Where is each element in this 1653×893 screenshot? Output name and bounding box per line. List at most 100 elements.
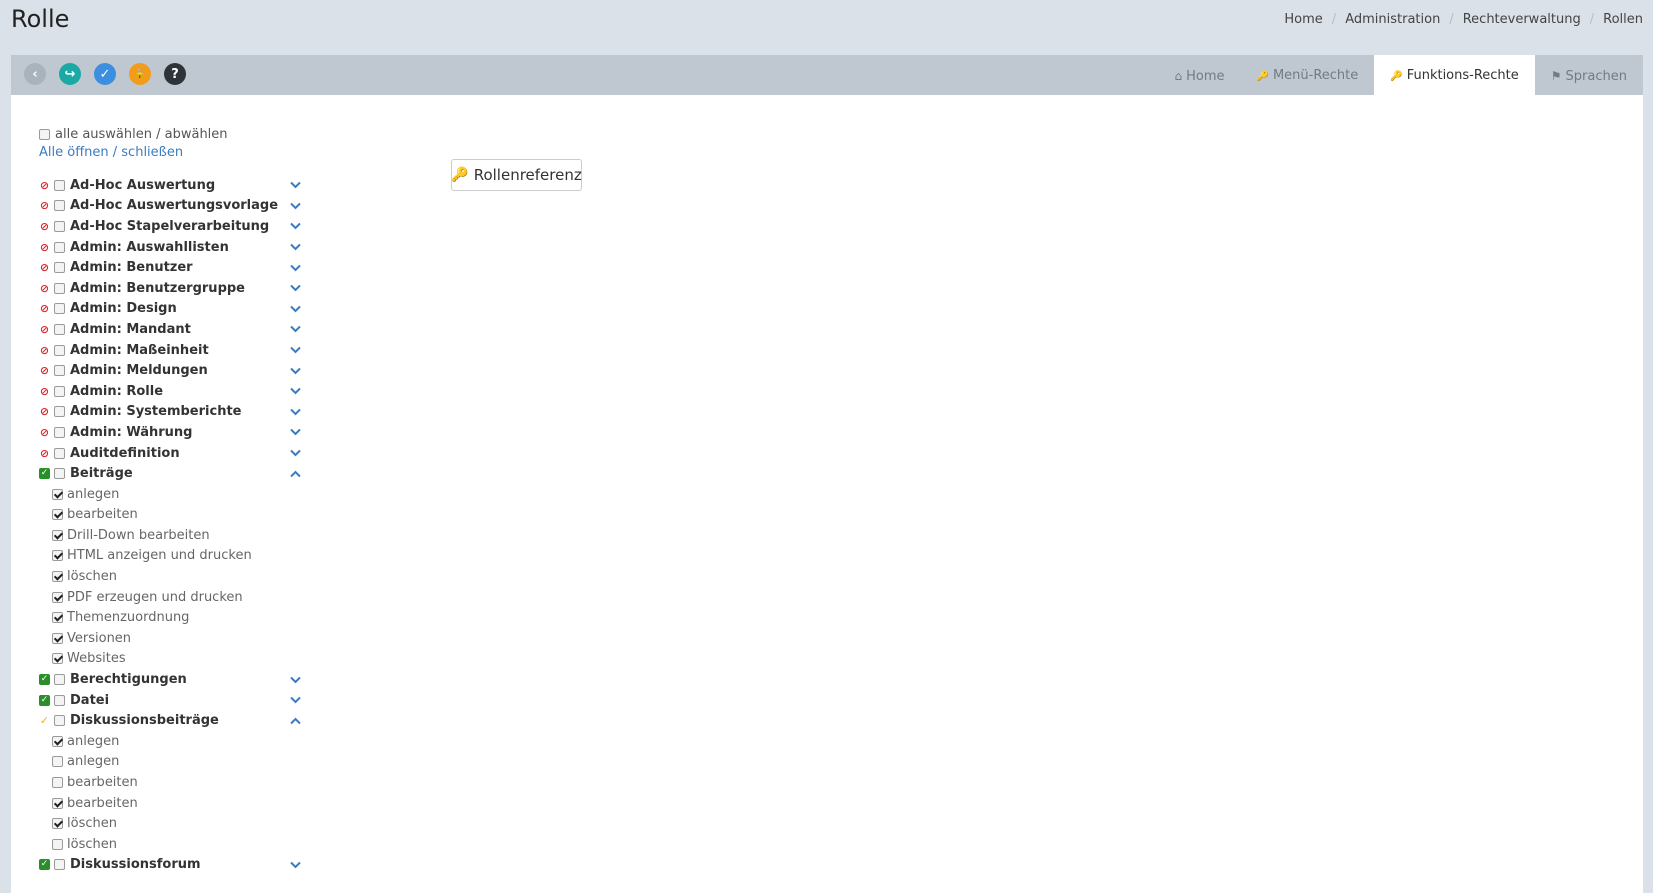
group-checkbox[interactable] — [54, 365, 65, 377]
rollenreferenz-button[interactable]: 🔑 Rollenreferenz — [451, 159, 582, 191]
group-checkbox[interactable] — [54, 674, 65, 686]
chevron-down-icon[interactable] — [290, 669, 301, 690]
select-all-checkbox[interactable] — [39, 129, 50, 140]
chevron-down-icon[interactable] — [290, 381, 301, 402]
main-panel: ‹ ↪ ✓ 🔒 ? ⌂ Home 🔑 Menü-Rechte 🔑 Funktions-… — [11, 55, 1643, 893]
breadcrumb-rollen[interactable]: Rollen — [1603, 12, 1643, 27]
chevron-down-icon[interactable] — [290, 216, 301, 237]
permission-item: löschen — [39, 566, 309, 587]
tab-funktions-rechte[interactable]: 🔑 Funktions-Rechte — [1374, 55, 1535, 95]
group-checkbox[interactable] — [54, 344, 65, 356]
chevron-up-icon[interactable] — [290, 463, 301, 484]
chevron-down-icon[interactable] — [290, 196, 301, 217]
chevron-down-icon[interactable] — [290, 175, 301, 196]
permission-group: ⊘ Admin: Benutzer — [39, 257, 309, 278]
breadcrumb-rechteverwaltung[interactable]: Rechteverwaltung — [1463, 12, 1581, 27]
chevron-down-icon[interactable] — [290, 690, 301, 711]
breadcrumb-administration[interactable]: Administration — [1345, 12, 1440, 27]
permission-item: Themenzuordnung — [39, 607, 309, 628]
group-checkbox[interactable] — [54, 323, 65, 335]
tab-home[interactable]: ⌂ Home — [1158, 55, 1240, 95]
group-checkbox[interactable] — [54, 303, 65, 315]
group-label: Datei — [70, 692, 110, 708]
tab-sprachen[interactable]: ⚑ Sprachen — [1535, 55, 1643, 95]
permission-item: anlegen — [39, 731, 309, 752]
check-icon: ✓ — [39, 859, 50, 871]
permission-checkbox[interactable] — [52, 591, 63, 603]
chevron-down-icon[interactable] — [290, 237, 301, 258]
deny-icon: ⊘ — [39, 219, 50, 233]
permission-checkbox[interactable] — [52, 653, 63, 665]
tab-label: Menü-Rechte — [1272, 68, 1359, 83]
permission-group: ⊘ Admin: Auswahllisten — [39, 237, 309, 258]
tab-menu-rechte[interactable]: 🔑 Menü-Rechte — [1240, 55, 1374, 95]
chevron-down-icon[interactable] — [290, 402, 301, 423]
help-icon: ? — [171, 66, 179, 82]
chevron-down-icon[interactable] — [290, 340, 301, 361]
reset-button[interactable]: ↪ — [59, 63, 81, 85]
group-label: Admin: Auswahllisten — [70, 239, 229, 255]
permission-checkbox[interactable] — [52, 571, 63, 583]
group-label: Beiträge — [70, 466, 133, 482]
back-button[interactable]: ‹ — [24, 63, 46, 85]
deny-icon: ⊘ — [39, 302, 50, 316]
permission-label: bearbeiten — [67, 507, 138, 523]
select-all[interactable]: alle auswählen / abwählen — [39, 127, 228, 142]
group-checkbox[interactable] — [54, 694, 65, 706]
permission-group: ⊘ Ad-Hoc Auswertung — [39, 175, 309, 196]
group-checkbox[interactable] — [54, 715, 65, 727]
group-checkbox[interactable] — [54, 385, 65, 397]
permission-label: bearbeiten — [67, 795, 138, 811]
chevron-down-icon[interactable] — [290, 257, 301, 278]
key-icon: 🔑 — [1390, 71, 1403, 82]
permission-item: Versionen — [39, 628, 309, 649]
chevron-up-icon[interactable] — [290, 710, 301, 731]
permission-checkbox[interactable] — [52, 777, 63, 789]
group-checkbox[interactable] — [54, 406, 65, 418]
deny-icon: ⊘ — [39, 384, 50, 398]
group-checkbox[interactable] — [54, 241, 65, 253]
group-checkbox[interactable] — [54, 220, 65, 232]
group-checkbox[interactable] — [54, 859, 65, 871]
permission-checkbox[interactable] — [52, 797, 63, 809]
chevron-down-icon[interactable] — [290, 855, 301, 876]
group-checkbox[interactable] — [54, 468, 65, 480]
permission-checkbox[interactable] — [52, 612, 63, 624]
breadcrumb-separator: / — [1449, 12, 1454, 27]
group-checkbox[interactable] — [54, 282, 65, 294]
chevron-down-icon[interactable] — [290, 299, 301, 320]
permission-label: Versionen — [67, 630, 132, 646]
permission-checkbox[interactable] — [52, 818, 63, 830]
permission-checkbox[interactable] — [52, 735, 63, 747]
chevron-down-icon[interactable] — [290, 319, 301, 340]
group-checkbox[interactable] — [54, 200, 65, 212]
permission-item: löschen — [39, 834, 309, 855]
back-icon: ‹ — [32, 66, 38, 82]
breadcrumb-home[interactable]: Home — [1284, 12, 1322, 27]
group-checkbox[interactable] — [54, 179, 65, 191]
deny-icon: ⊘ — [39, 281, 50, 295]
permission-checkbox[interactable] — [52, 550, 63, 562]
home-icon: ⌂ — [1174, 69, 1183, 83]
chevron-down-icon[interactable] — [290, 443, 301, 464]
group-checkbox[interactable] — [54, 447, 65, 459]
help-button[interactable]: ? — [164, 63, 186, 85]
toggle-all-link[interactable]: Alle öffnen / schließen — [39, 145, 183, 160]
permission-checkbox[interactable] — [52, 509, 63, 521]
group-checkbox[interactable] — [54, 262, 65, 274]
permission-checkbox[interactable] — [52, 529, 63, 541]
chevron-down-icon[interactable] — [290, 422, 301, 443]
permission-checkbox[interactable] — [52, 632, 63, 644]
chevron-down-icon[interactable] — [290, 360, 301, 381]
permission-label: Drill-Down bearbeiten — [67, 527, 210, 543]
deny-icon: ⊘ — [39, 322, 50, 336]
permission-label: Websites — [67, 651, 126, 667]
chevron-down-icon[interactable] — [290, 278, 301, 299]
lock-button[interactable]: 🔒 — [129, 63, 151, 85]
check-icon: ✓ — [39, 674, 50, 686]
save-button[interactable]: ✓ — [94, 63, 116, 85]
permission-checkbox[interactable] — [52, 488, 63, 500]
permission-checkbox[interactable] — [52, 756, 63, 768]
permission-checkbox[interactable] — [52, 838, 63, 850]
group-checkbox[interactable] — [54, 426, 65, 438]
